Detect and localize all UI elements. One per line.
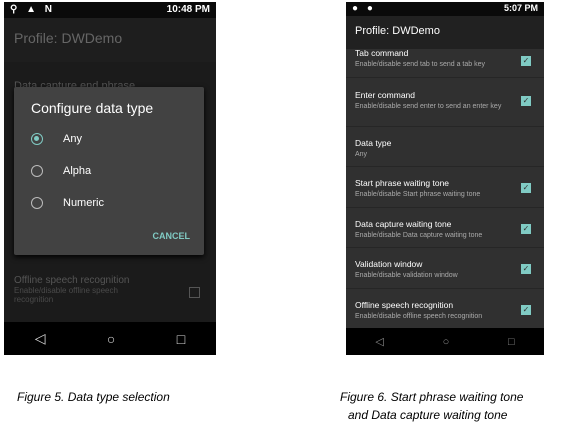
radio-icon (31, 197, 43, 209)
nav-bar: ◁ ○ □ (4, 322, 216, 355)
clock: 5:07 PM (503, 3, 538, 13)
radio-icon (31, 165, 43, 177)
checkbox-checked-icon[interactable]: ✓ (521, 96, 531, 106)
recents-icon[interactable]: □ (177, 331, 185, 347)
item-title: Tab command (355, 48, 409, 58)
option-label: Any (63, 133, 82, 145)
option-label: Numeric (63, 197, 104, 209)
checkbox-checked-icon[interactable]: ✓ (521, 224, 531, 234)
item-subtitle: Any (355, 151, 368, 158)
app-bar-title: Profile: DWDemo (4, 18, 216, 62)
app-bar-title: Profile: DWDemo (346, 16, 544, 49)
setting-offline-speech[interactable]: Offline speech recognition Enable/disabl… (346, 289, 544, 330)
figure-6-caption-line1: Figure 6. Start phrase waiting tone (340, 390, 524, 404)
option-numeric[interactable]: Numeric (31, 197, 104, 209)
cancel-button[interactable]: CANCEL (153, 231, 191, 241)
checkbox-checked-icon[interactable]: ✓ (521, 183, 531, 193)
option-any[interactable]: Any (31, 133, 82, 145)
notification-icons: ⚲ ▲ N (10, 4, 55, 15)
checkbox-checked-icon[interactable]: ✓ (521, 56, 531, 66)
recents-icon[interactable]: □ (508, 336, 515, 348)
figure-5-caption: Figure 5. Data type selection (17, 390, 170, 404)
item-subtitle: Enable/disable Start phrase waiting tone (355, 191, 481, 198)
checkbox-checked-icon[interactable]: ✓ (521, 264, 531, 274)
item-subtitle: Enable/disable offline speech recognitio… (14, 286, 118, 304)
item-title: Data capture waiting tone (355, 219, 452, 229)
notification-icons: ● ● (352, 3, 376, 14)
item-subtitle: Enable/disable send enter to send an ent… (355, 103, 502, 110)
figure-6-caption-line2: and Data capture waiting tone (348, 408, 508, 422)
radio-checked-icon (31, 133, 43, 145)
item-subtitle: Enable/disable offline speech recognitio… (355, 313, 483, 320)
setting-start-phrase-tone[interactable]: Start phrase waiting tone Enable/disable… (346, 167, 544, 208)
item-title: Offline speech recognition (14, 275, 130, 286)
option-label: Alpha (63, 165, 92, 177)
status-bar: ⚲ ▲ N 10:48 PM (4, 2, 216, 18)
setting-validation-window[interactable]: Validation window Enable/disable validat… (346, 248, 544, 289)
setting-tab-command[interactable]: Tab command Enable/disable send tab to s… (346, 48, 544, 78)
home-icon[interactable]: ○ (443, 336, 450, 348)
setting-data-capture-tone[interactable]: Data capture waiting tone Enable/disable… (346, 208, 544, 248)
item-subtitle: Enable/disable Data capture waiting tone (355, 232, 483, 239)
dialog-title: Configure data type (31, 100, 154, 116)
item-subtitle: Enable/disable validation window (355, 272, 458, 279)
bg-offline-item: Offline speech recognition Enable/disabl… (4, 275, 216, 304)
checkbox-checked-icon[interactable]: ✓ (521, 305, 531, 315)
setting-data-type[interactable]: Data type Any (346, 127, 544, 167)
item-subtitle: Enable/disable send tab to send a tab ke… (355, 61, 485, 68)
phone-screen-data-type: ⚲ ▲ N 10:48 PM Profile: DWDemo Data capt… (4, 2, 216, 355)
setting-enter-command[interactable]: Enter command Enable/disable send enter … (346, 78, 544, 127)
option-alpha[interactable]: Alpha (31, 165, 91, 177)
phone-screen-profile: ● ● 5:07 PM Profile: DWDemo Tab command … (346, 2, 544, 355)
checkbox[interactable] (189, 287, 200, 298)
item-title: Enter command (355, 90, 415, 100)
item-title: Offline speech recognition (355, 300, 454, 310)
back-icon[interactable]: ◁ (375, 335, 383, 348)
back-icon[interactable]: ◁ (35, 330, 46, 347)
item-title: Data type (355, 138, 392, 148)
nav-bar: ◁ ○ □ (346, 328, 544, 355)
home-icon[interactable]: ○ (107, 331, 115, 347)
item-title: Validation window (355, 259, 423, 269)
clock: 10:48 PM (166, 4, 210, 15)
item-title: Start phrase waiting tone (355, 178, 450, 188)
status-bar: ● ● 5:07 PM (346, 2, 544, 16)
configure-data-type-dialog: Configure data type Any Alpha Numeric CA… (14, 87, 204, 255)
